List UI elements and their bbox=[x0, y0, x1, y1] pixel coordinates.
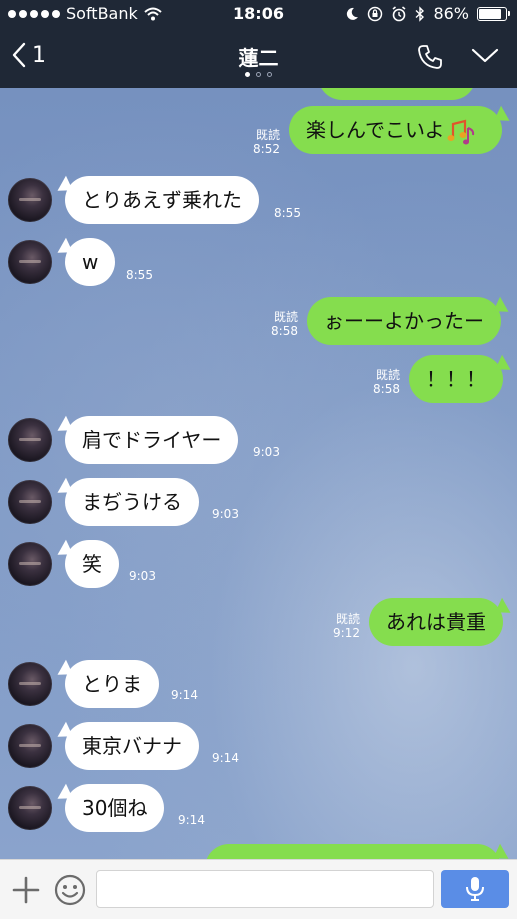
read-receipt: 既読 bbox=[273, 310, 298, 324]
message-time: 8:58 bbox=[271, 324, 298, 338]
message-time: 8:52 bbox=[253, 142, 280, 156]
call-button[interactable] bbox=[417, 44, 443, 74]
avatar[interactable] bbox=[8, 178, 52, 222]
message-time: 8:58 bbox=[373, 382, 400, 396]
message-meta: 既読 8:58 bbox=[360, 368, 400, 396]
rotation-lock-icon bbox=[368, 6, 383, 21]
bluetooth-icon bbox=[415, 5, 425, 22]
voice-message-button[interactable] bbox=[441, 870, 509, 908]
message-bubble[interactable]: 肩でドライヤー bbox=[65, 416, 239, 464]
message-input-bar bbox=[0, 859, 517, 919]
moon-icon bbox=[347, 7, 359, 20]
message-meta: 既読 8:58 bbox=[258, 310, 298, 338]
message-meta: 既読 9:12 bbox=[320, 612, 360, 640]
avatar[interactable] bbox=[8, 480, 52, 524]
read-receipt: 既読 bbox=[335, 612, 360, 626]
message-bubble-partial[interactable] bbox=[205, 844, 501, 859]
avatar[interactable] bbox=[8, 724, 52, 768]
message-bubble[interactable]: とりあえず乗れた bbox=[65, 176, 259, 224]
message-time: 9:03 bbox=[129, 569, 156, 583]
message-text: 笑 bbox=[82, 552, 102, 576]
message-text: 30個ね bbox=[82, 796, 148, 820]
message-text: ！！！ bbox=[426, 367, 486, 391]
avatar[interactable] bbox=[8, 662, 52, 706]
message-bubble[interactable]: まぢうける bbox=[65, 478, 199, 526]
message-text: 肩でドライヤー bbox=[82, 428, 222, 452]
read-receipt: 既読 bbox=[375, 368, 400, 382]
page-dot bbox=[267, 72, 272, 77]
page-dot bbox=[256, 72, 261, 77]
message-text: ぉーーよかったー bbox=[324, 309, 484, 333]
battery-percent: 86% bbox=[433, 4, 469, 23]
message-time: 9:03 bbox=[212, 507, 239, 521]
avatar[interactable] bbox=[8, 542, 52, 586]
message-text: とりま bbox=[82, 672, 142, 696]
avatar[interactable] bbox=[8, 786, 52, 830]
message-text: あれは貴重 bbox=[386, 610, 486, 634]
message-text: w bbox=[82, 250, 99, 274]
status-right: 86% bbox=[345, 4, 510, 23]
message-bubble[interactable]: ！！！ bbox=[409, 355, 503, 403]
message-time: 9:14 bbox=[212, 751, 239, 765]
message-text: 東京バナナ bbox=[82, 734, 182, 758]
page-dot-active bbox=[245, 72, 250, 77]
message-bubble-partial[interactable] bbox=[318, 88, 476, 100]
message-bubble[interactable]: あれは貴重 bbox=[369, 598, 503, 646]
avatar[interactable] bbox=[8, 418, 52, 462]
message-input[interactable] bbox=[96, 870, 434, 908]
message-time: 9:03 bbox=[253, 445, 280, 459]
message-bubble[interactable]: 30個ね bbox=[65, 784, 165, 832]
attach-button[interactable] bbox=[12, 876, 40, 908]
phone-icon bbox=[418, 45, 442, 69]
message-time: 8:55 bbox=[274, 206, 301, 220]
message-bubble[interactable]: とりま bbox=[65, 660, 159, 708]
plus-icon bbox=[12, 876, 40, 904]
message-bubble[interactable]: ぉーーよかったー bbox=[307, 297, 501, 345]
menu-dropdown-button[interactable] bbox=[471, 48, 499, 68]
chat-header: 1 蓮二 bbox=[0, 28, 517, 88]
message-bubble[interactable]: w bbox=[65, 238, 116, 286]
chevron-down-icon bbox=[471, 48, 499, 63]
emoji-button[interactable] bbox=[54, 874, 86, 910]
avatar[interactable] bbox=[8, 240, 52, 284]
music-notes-icon bbox=[447, 119, 474, 144]
message-text: とりあえず乗れた bbox=[82, 188, 242, 212]
message-meta: 既読 8:52 bbox=[240, 128, 280, 156]
message-time: 9:14 bbox=[171, 688, 198, 702]
message-bubble[interactable]: 東京バナナ bbox=[65, 722, 199, 770]
read-receipt: 既読 bbox=[255, 128, 280, 142]
chat-area[interactable]: 既読 8:52 楽しんでこいよ とりあえず乗れた 8:55 w 8:55 既読 … bbox=[0, 88, 517, 859]
message-text: 楽しんでこいよ bbox=[306, 118, 445, 142]
message-time: 9:14 bbox=[178, 813, 205, 827]
message-text: まぢうける bbox=[82, 490, 182, 514]
smiley-icon bbox=[54, 874, 86, 906]
status-bar: SoftBank 18:06 86% bbox=[0, 0, 517, 28]
alarm-icon bbox=[392, 5, 406, 21]
battery-icon bbox=[477, 6, 510, 21]
message-time: 9:12 bbox=[333, 626, 360, 640]
microphone-icon bbox=[466, 877, 484, 901]
message-bubble[interactable]: 楽しんでこいよ bbox=[289, 106, 502, 154]
message-time: 8:55 bbox=[126, 268, 153, 282]
message-bubble[interactable]: 笑 bbox=[65, 540, 119, 588]
